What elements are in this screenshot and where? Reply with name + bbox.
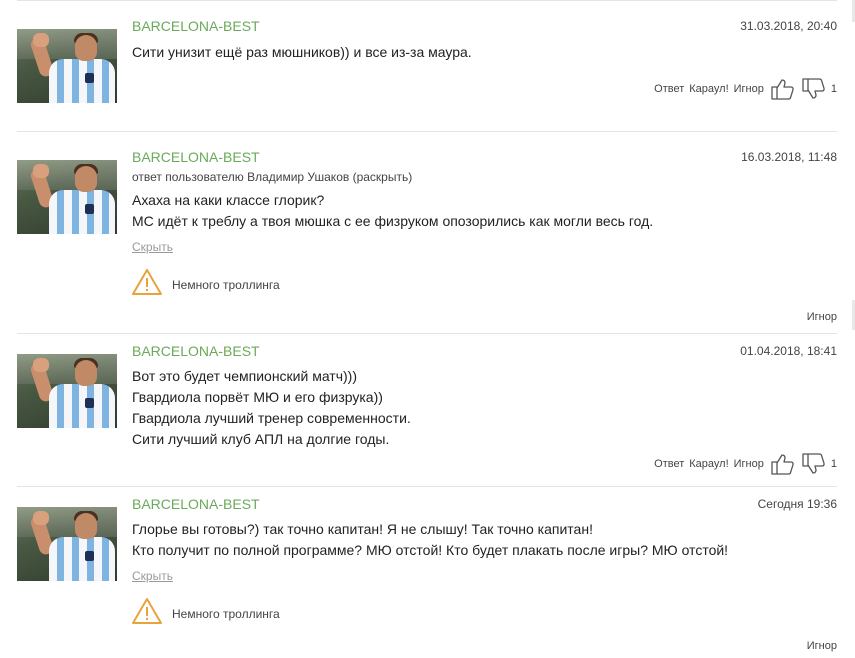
comment-author[interactable]: BARCELONA-BEST bbox=[132, 343, 260, 359]
alarm-link[interactable]: Караул! bbox=[689, 83, 728, 95]
hide-link[interactable]: Скрыть bbox=[132, 240, 173, 254]
thumbs-down-icon[interactable] bbox=[800, 451, 826, 477]
comment-date: Сегодня 19:36 bbox=[757, 497, 837, 511]
comment-date: 31.03.2018, 20:40 bbox=[740, 19, 837, 33]
dislike-count: 1 bbox=[830, 458, 837, 470]
comment-actions: Ответ Караул! Игнор 1 bbox=[654, 451, 837, 477]
comment-author[interactable]: BARCELONA-BEST bbox=[132, 149, 260, 165]
comment-author[interactable]: BARCELONA-BEST bbox=[132, 496, 260, 512]
comment-text: Вот это будет чемпионский матч))) Гварди… bbox=[132, 366, 411, 450]
reply-link[interactable]: Ответ bbox=[654, 458, 684, 470]
comment-separator bbox=[17, 333, 837, 334]
avatar[interactable] bbox=[17, 507, 117, 581]
comment-text: Глорье вы готовы?) так точно капитан! Я … bbox=[132, 519, 728, 561]
thumbs-up-icon[interactable] bbox=[769, 76, 795, 102]
ignore-link[interactable]: Игнор bbox=[734, 83, 764, 95]
avatar[interactable] bbox=[17, 354, 117, 428]
comment-line: МС идёт к треблу а твоя мюшка с ее физру… bbox=[132, 213, 654, 229]
hide-link[interactable]: Скрыть bbox=[132, 569, 173, 583]
comment-separator bbox=[17, 486, 837, 487]
warning-triangle-icon bbox=[132, 269, 162, 295]
comment-text: Сити унизит ещё раз мюшников)) и все из-… bbox=[132, 42, 472, 63]
comment-line: Гвардиола порвёт МЮ и его физрука)) bbox=[132, 389, 383, 405]
comment-line: Ахаха на каки классе глорик? bbox=[132, 192, 325, 208]
comment-line: Кто получит по полной программе? МЮ отст… bbox=[132, 542, 729, 558]
comment-date: 01.04.2018, 18:41 bbox=[740, 344, 837, 358]
ignore-link[interactable]: Игнор bbox=[807, 640, 837, 652]
thumbs-down-icon[interactable] bbox=[800, 76, 826, 102]
reply-link[interactable]: Ответ bbox=[654, 83, 684, 95]
top-separator bbox=[17, 0, 837, 1]
ignore-link[interactable]: Игнор bbox=[734, 458, 764, 470]
comment-line: Гвардиола лучший тренер современности. bbox=[132, 410, 411, 426]
dislike-count: 1 bbox=[830, 83, 837, 95]
comment-line: Сити унизит ещё раз мюшников)) и все из-… bbox=[132, 44, 472, 60]
comment-author[interactable]: BARCELONA-BEST bbox=[132, 18, 260, 34]
avatar[interactable] bbox=[17, 29, 117, 103]
reply-to-link[interactable]: ответ пользователю Владимир Ушаков (раск… bbox=[132, 170, 412, 184]
comment-actions: Ответ Караул! Игнор 1 bbox=[654, 76, 837, 102]
comment-line: Сити лучший клуб АПЛ на долгие годы. bbox=[132, 431, 390, 447]
comment-date: 16.03.2018, 11:48 bbox=[741, 150, 837, 164]
warning-label: Немного троллинга bbox=[172, 607, 280, 621]
ignore-link[interactable]: Игнор bbox=[807, 311, 837, 323]
avatar[interactable] bbox=[17, 160, 117, 234]
comment-line: Вот это будет чемпионский матч))) bbox=[132, 368, 357, 384]
warning-label: Немного троллинга bbox=[172, 278, 280, 292]
comment-text: Ахаха на каки классе глорик? МС идёт к т… bbox=[132, 190, 653, 232]
thumbs-up-icon[interactable] bbox=[769, 451, 795, 477]
comment-separator bbox=[17, 131, 837, 132]
alarm-link[interactable]: Караул! bbox=[689, 458, 728, 470]
warning-triangle-icon bbox=[132, 598, 162, 624]
comment-line: Глорье вы готовы?) так точно капитан! Я … bbox=[132, 521, 593, 537]
